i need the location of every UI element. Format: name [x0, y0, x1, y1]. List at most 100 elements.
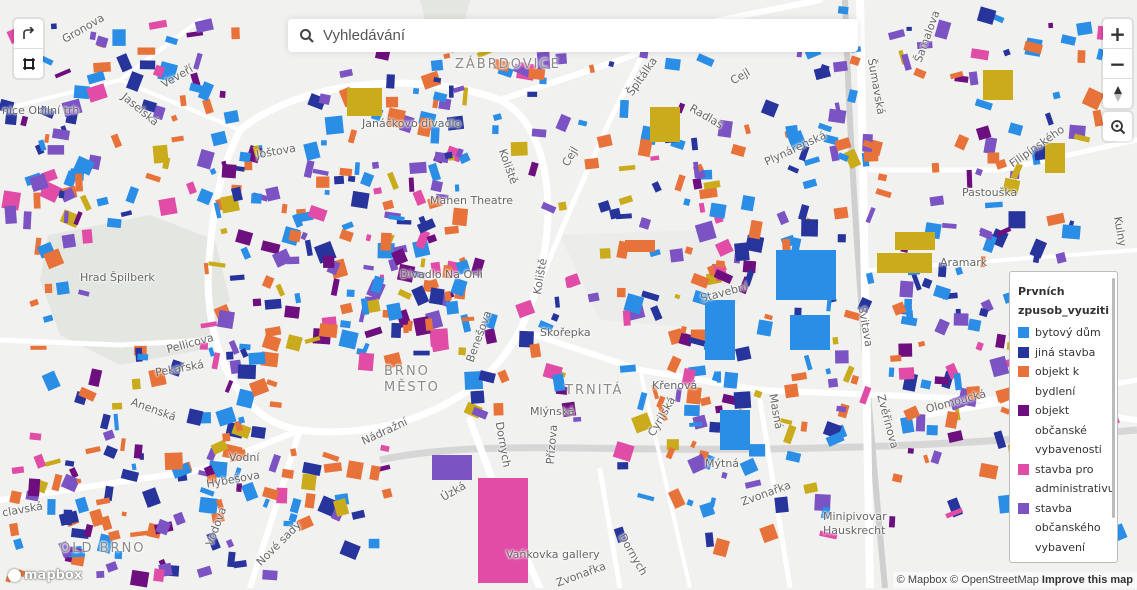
building-footprint[interactable] [391, 322, 402, 339]
building-footprint[interactable] [931, 162, 940, 173]
building-footprint[interactable] [63, 509, 73, 526]
building-footprint[interactable] [492, 125, 499, 135]
building-footprint[interactable] [899, 280, 914, 298]
building-footprint[interactable] [716, 371, 722, 383]
building-footprint[interactable] [133, 444, 143, 459]
building-footprint[interactable] [264, 298, 282, 310]
building-footprint[interactable] [888, 367, 895, 378]
building-footprint[interactable] [967, 318, 982, 332]
building-footprint[interactable] [219, 90, 226, 98]
building-footprint[interactable] [386, 74, 395, 89]
building-footprint[interactable] [316, 176, 330, 188]
building-footprint[interactable] [350, 190, 370, 209]
building-footprint[interactable] [153, 568, 165, 582]
building-footprint[interactable] [1061, 224, 1081, 240]
building-footprint[interactable] [715, 260, 725, 269]
building-footprint[interactable] [44, 283, 53, 294]
building-footprint[interactable] [953, 313, 969, 326]
building-footprint[interactable] [47, 145, 65, 155]
building-footprint[interactable] [684, 404, 700, 417]
building-footprint[interactable] [318, 323, 338, 338]
building-footprint[interactable] [622, 310, 631, 326]
search-input[interactable] [321, 26, 845, 45]
building-footprint[interactable] [339, 167, 353, 177]
building-footprint[interactable] [801, 219, 819, 237]
building-footprint[interactable] [664, 57, 681, 71]
building-footprint[interactable] [837, 234, 846, 243]
building-footprint[interactable] [800, 421, 808, 432]
building-footprint[interactable] [131, 378, 141, 390]
building-footprint[interactable] [321, 140, 327, 146]
building-footprint[interactable] [409, 161, 427, 174]
building-footprint[interactable] [412, 87, 420, 95]
building-footprint[interactable] [890, 354, 902, 362]
building-footprint[interactable] [794, 307, 802, 316]
building-footprint[interactable] [833, 206, 849, 220]
building-footprint[interactable] [493, 402, 504, 416]
building-footprint[interactable] [903, 298, 913, 315]
building-footprint[interactable] [164, 452, 183, 471]
building-footprint[interactable] [226, 351, 234, 360]
building-footprint[interactable] [333, 175, 345, 185]
building-footprint[interactable] [740, 195, 756, 212]
building-footprint[interactable] [430, 180, 444, 193]
building-footprint[interactable] [239, 151, 251, 163]
building-footprint[interactable] [470, 390, 485, 404]
building-footprint[interactable] [371, 161, 380, 170]
building-footprint[interactable] [733, 391, 752, 409]
building-footprint[interactable] [354, 162, 360, 176]
building-footprint[interactable] [346, 289, 355, 297]
building-footprint[interactable] [93, 61, 112, 73]
attribution-mapbox-link[interactable]: © Mapbox [897, 574, 947, 586]
building-footprint[interactable] [408, 177, 415, 192]
building-footprint[interactable] [250, 425, 267, 439]
building-footprint[interactable] [81, 229, 93, 244]
building-footprint[interactable] [106, 217, 122, 229]
building-footprint[interactable] [139, 60, 156, 70]
building-footprint[interactable] [357, 352, 375, 372]
building-footprint[interactable] [454, 184, 460, 192]
building-footprint[interactable] [790, 315, 830, 350]
building-footprint[interactable] [1076, 21, 1093, 36]
building-footprint[interactable] [47, 498, 56, 515]
building-footprint[interactable] [709, 202, 727, 219]
building-footprint[interactable] [929, 195, 945, 207]
building-footprint[interactable] [756, 319, 773, 337]
building-footprint[interactable] [296, 208, 306, 214]
building-footprint[interactable] [1048, 22, 1054, 29]
building-footprint[interactable] [934, 376, 949, 385]
building-footprint[interactable] [898, 343, 913, 357]
building-footprint[interactable] [832, 60, 848, 73]
building-footprint[interactable] [301, 473, 317, 491]
building-footprint[interactable] [669, 248, 684, 263]
building-footprint[interactable] [619, 364, 637, 373]
building-footprint[interactable] [63, 210, 69, 224]
building-footprint[interactable] [877, 253, 932, 273]
building-footprint[interactable] [895, 232, 935, 250]
building-footprint[interactable] [380, 232, 392, 251]
building-footprint[interactable] [1045, 143, 1065, 173]
building-footprint[interactable] [584, 157, 600, 170]
building-footprint[interactable] [906, 26, 912, 31]
building-footprint[interactable] [222, 432, 231, 442]
building-footprint[interactable] [324, 115, 344, 135]
building-footprint[interactable] [74, 173, 84, 192]
building-footprint[interactable] [529, 343, 542, 359]
building-footprint[interactable] [340, 320, 351, 329]
building-footprint[interactable] [276, 487, 288, 504]
select-area-button[interactable] [14, 48, 43, 78]
zoom-in-button[interactable]: + [1103, 19, 1132, 48]
building-footprint[interactable] [237, 364, 257, 380]
improve-map-link[interactable]: Improve this map [1042, 574, 1133, 586]
building-footprint[interactable] [96, 570, 105, 579]
building-footprint[interactable] [385, 96, 399, 108]
building-footprint[interactable] [531, 128, 547, 138]
building-footprint[interactable] [347, 175, 356, 183]
zoom-out-button[interactable]: − [1103, 48, 1132, 78]
building-footprint[interactable] [527, 91, 538, 97]
building-footprint[interactable] [413, 350, 430, 356]
building-footprint[interactable] [987, 152, 1000, 164]
building-footprint[interactable] [23, 211, 32, 230]
building-footprint[interactable] [558, 201, 567, 211]
building-footprint[interactable] [112, 29, 126, 46]
